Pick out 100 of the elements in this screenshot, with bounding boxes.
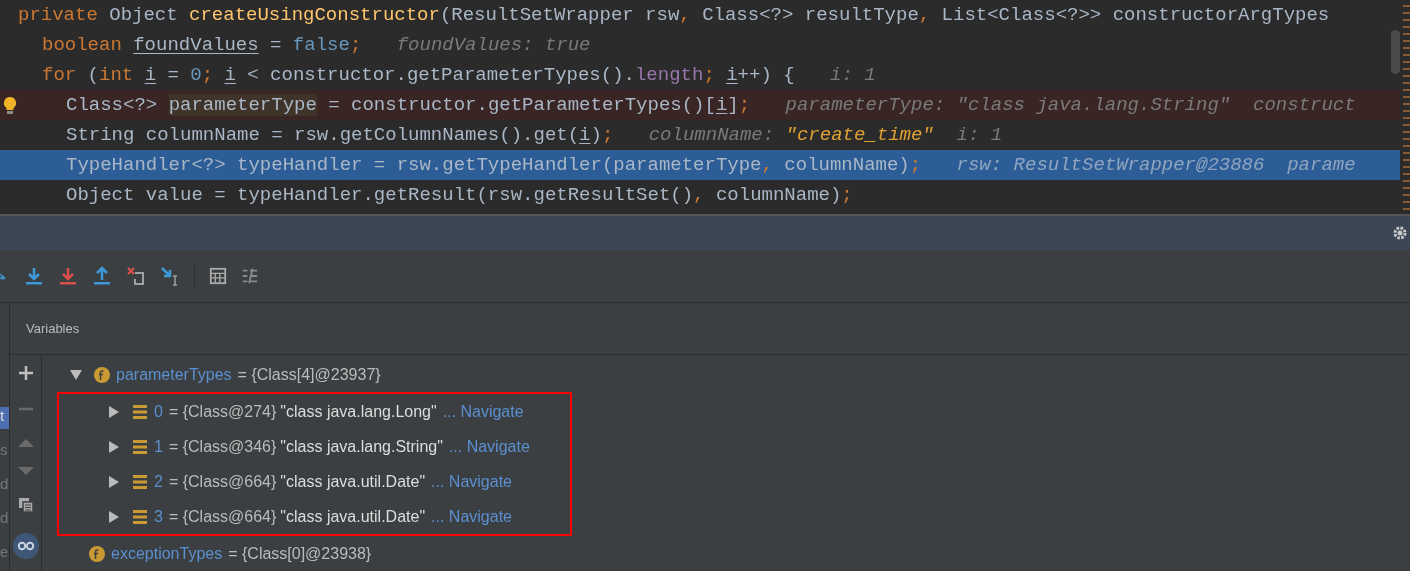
- keyword: ;: [909, 154, 922, 176]
- keyword: ;: [349, 34, 362, 56]
- keyword: ,: [679, 4, 692, 26]
- variable: i: [144, 64, 157, 86]
- settings-icon[interactable]: [1392, 225, 1408, 241]
- variable-name: 3: [154, 507, 163, 526]
- variable-value: = {Class[0]@23938}: [228, 544, 372, 563]
- step-out-icon[interactable]: [92, 266, 112, 286]
- variable-name: 0: [154, 402, 163, 421]
- code-text: List<Class<?>> constructorArgTypes: [941, 4, 1330, 26]
- inline-hint: i: 1: [830, 64, 876, 86]
- array-element-icon: [132, 473, 148, 490]
- array-element-icon: [132, 403, 148, 420]
- code-text: columnName): [784, 154, 910, 176]
- highlighted-variable: parameterType: [168, 94, 317, 116]
- keyword: ;: [601, 124, 614, 146]
- navigate-link[interactable]: ... Navigate: [431, 472, 512, 491]
- method-name: createUsingConstructor: [189, 4, 440, 26]
- frame-item[interactable]: d: [0, 475, 9, 497]
- force-step-into-icon[interactable]: [58, 266, 78, 286]
- code-text: Class<?> resultType: [702, 4, 919, 26]
- code-text: (: [86, 64, 100, 86]
- variable-value: = {Class@664}: [168, 472, 277, 491]
- keyword: int: [99, 64, 135, 86]
- variable-value: = {Class[4]@23937}: [237, 365, 381, 384]
- variable-name: 2: [154, 472, 163, 491]
- value-text: "class java.util.Date": [280, 472, 426, 491]
- variable: foundValues: [133, 34, 259, 56]
- inline-value: "create_time": [785, 124, 934, 146]
- field-name: length: [634, 64, 704, 86]
- variable-name: exceptionTypes: [111, 544, 223, 563]
- frame-item[interactable]: t: [0, 407, 9, 429]
- code-text: String columnName = rsw.getColumnNames().get(: [66, 124, 580, 146]
- keyword: ,: [918, 4, 932, 26]
- array-element-icon: [132, 508, 148, 525]
- navigate-link[interactable]: ... Navigate: [448, 437, 530, 456]
- inline-hint: rsw: ResultSetWrapper@23886 parame: [956, 154, 1356, 176]
- code-text: =: [269, 34, 283, 56]
- variable-value: = {Class@346}: [168, 437, 277, 456]
- code-text: < constructor.getParameterTypes().: [246, 64, 635, 86]
- field-icon: [94, 366, 110, 383]
- variable-name: parameterTypes: [116, 365, 232, 384]
- inline-hint: i: 1: [955, 124, 1003, 146]
- keyword: ;: [841, 184, 853, 206]
- code-text: = constructor.getParameterTypes()[: [327, 94, 716, 116]
- code-text: ++) {: [737, 64, 795, 86]
- array-element-icon: [132, 438, 148, 455]
- frame-item[interactable]: s: [0, 441, 9, 463]
- code-text: Class<?>: [66, 94, 159, 116]
- run-to-cursor-icon[interactable]: [160, 266, 180, 286]
- literal: 0: [190, 64, 202, 86]
- value-text: "class java.lang.Long": [280, 402, 437, 421]
- navigate-link[interactable]: ... Navigate: [431, 507, 512, 526]
- inline-hint: parameterType: "class java.lang.String" construct: [785, 94, 1356, 116]
- expand-arrow-icon[interactable]: [108, 510, 120, 523]
- collapse-arrow-icon[interactable]: [70, 368, 82, 381]
- plus-icon[interactable]: [17, 365, 34, 381]
- inline-hint: foundValues: true: [396, 34, 591, 56]
- inline-hint: columnName:: [648, 124, 776, 146]
- code-text: ]: [727, 94, 739, 116]
- code-text: TypeHandler<?> typeHandler = rsw.getTypeHandler(parameterType: [66, 154, 762, 176]
- scrollbar-thumb[interactable]: [1391, 30, 1400, 74]
- variable: i: [224, 64, 236, 86]
- value-text: "class java.util.Date": [280, 507, 426, 526]
- drop-frame-icon[interactable]: [126, 266, 146, 286]
- keyword: ,: [761, 154, 774, 176]
- literal: false: [292, 34, 350, 56]
- expand-arrow-icon[interactable]: [108, 405, 120, 418]
- variable: i: [579, 124, 591, 146]
- lightbulb-icon[interactable]: [2, 96, 18, 116]
- keyword: ,: [693, 184, 706, 206]
- navigate-link[interactable]: ... Navigate: [442, 402, 524, 421]
- code-text: Object: [108, 4, 179, 26]
- code-text: ): [590, 124, 602, 146]
- expand-arrow-icon[interactable]: [108, 440, 120, 453]
- frame-item[interactable]: e: [0, 543, 9, 565]
- step-into-icon[interactable]: [24, 266, 44, 286]
- code-text: columnName): [715, 184, 842, 206]
- keyword: boolean: [42, 34, 123, 56]
- glasses-icon[interactable]: [12, 533, 39, 559]
- variable: i: [726, 64, 738, 86]
- value-text: "class java.lang.String": [280, 437, 443, 456]
- variable-value: = {Class@274}: [168, 402, 277, 421]
- trace-icon[interactable]: [241, 267, 259, 285]
- calculator-icon[interactable]: [209, 267, 227, 285]
- field-icon: [89, 545, 105, 562]
- code-text: =: [166, 64, 180, 86]
- keyword: ;: [201, 64, 215, 86]
- keyword: for: [42, 64, 77, 86]
- frame-item[interactable]: d: [0, 509, 9, 531]
- variable: i: [715, 94, 728, 116]
- copy-icon[interactable]: [17, 497, 34, 513]
- variable-value: = {Class@664}: [168, 507, 277, 526]
- keyword: ;: [703, 64, 716, 86]
- expand-arrow-icon[interactable]: [108, 475, 120, 488]
- keyword: ;: [738, 94, 751, 116]
- variable-name: 1: [154, 437, 163, 456]
- code-text: Object value = typeHandler.getResult(rsw.getResultSet(): [66, 184, 694, 206]
- keyword: private: [18, 4, 98, 26]
- panel-title: Variables: [26, 321, 80, 336]
